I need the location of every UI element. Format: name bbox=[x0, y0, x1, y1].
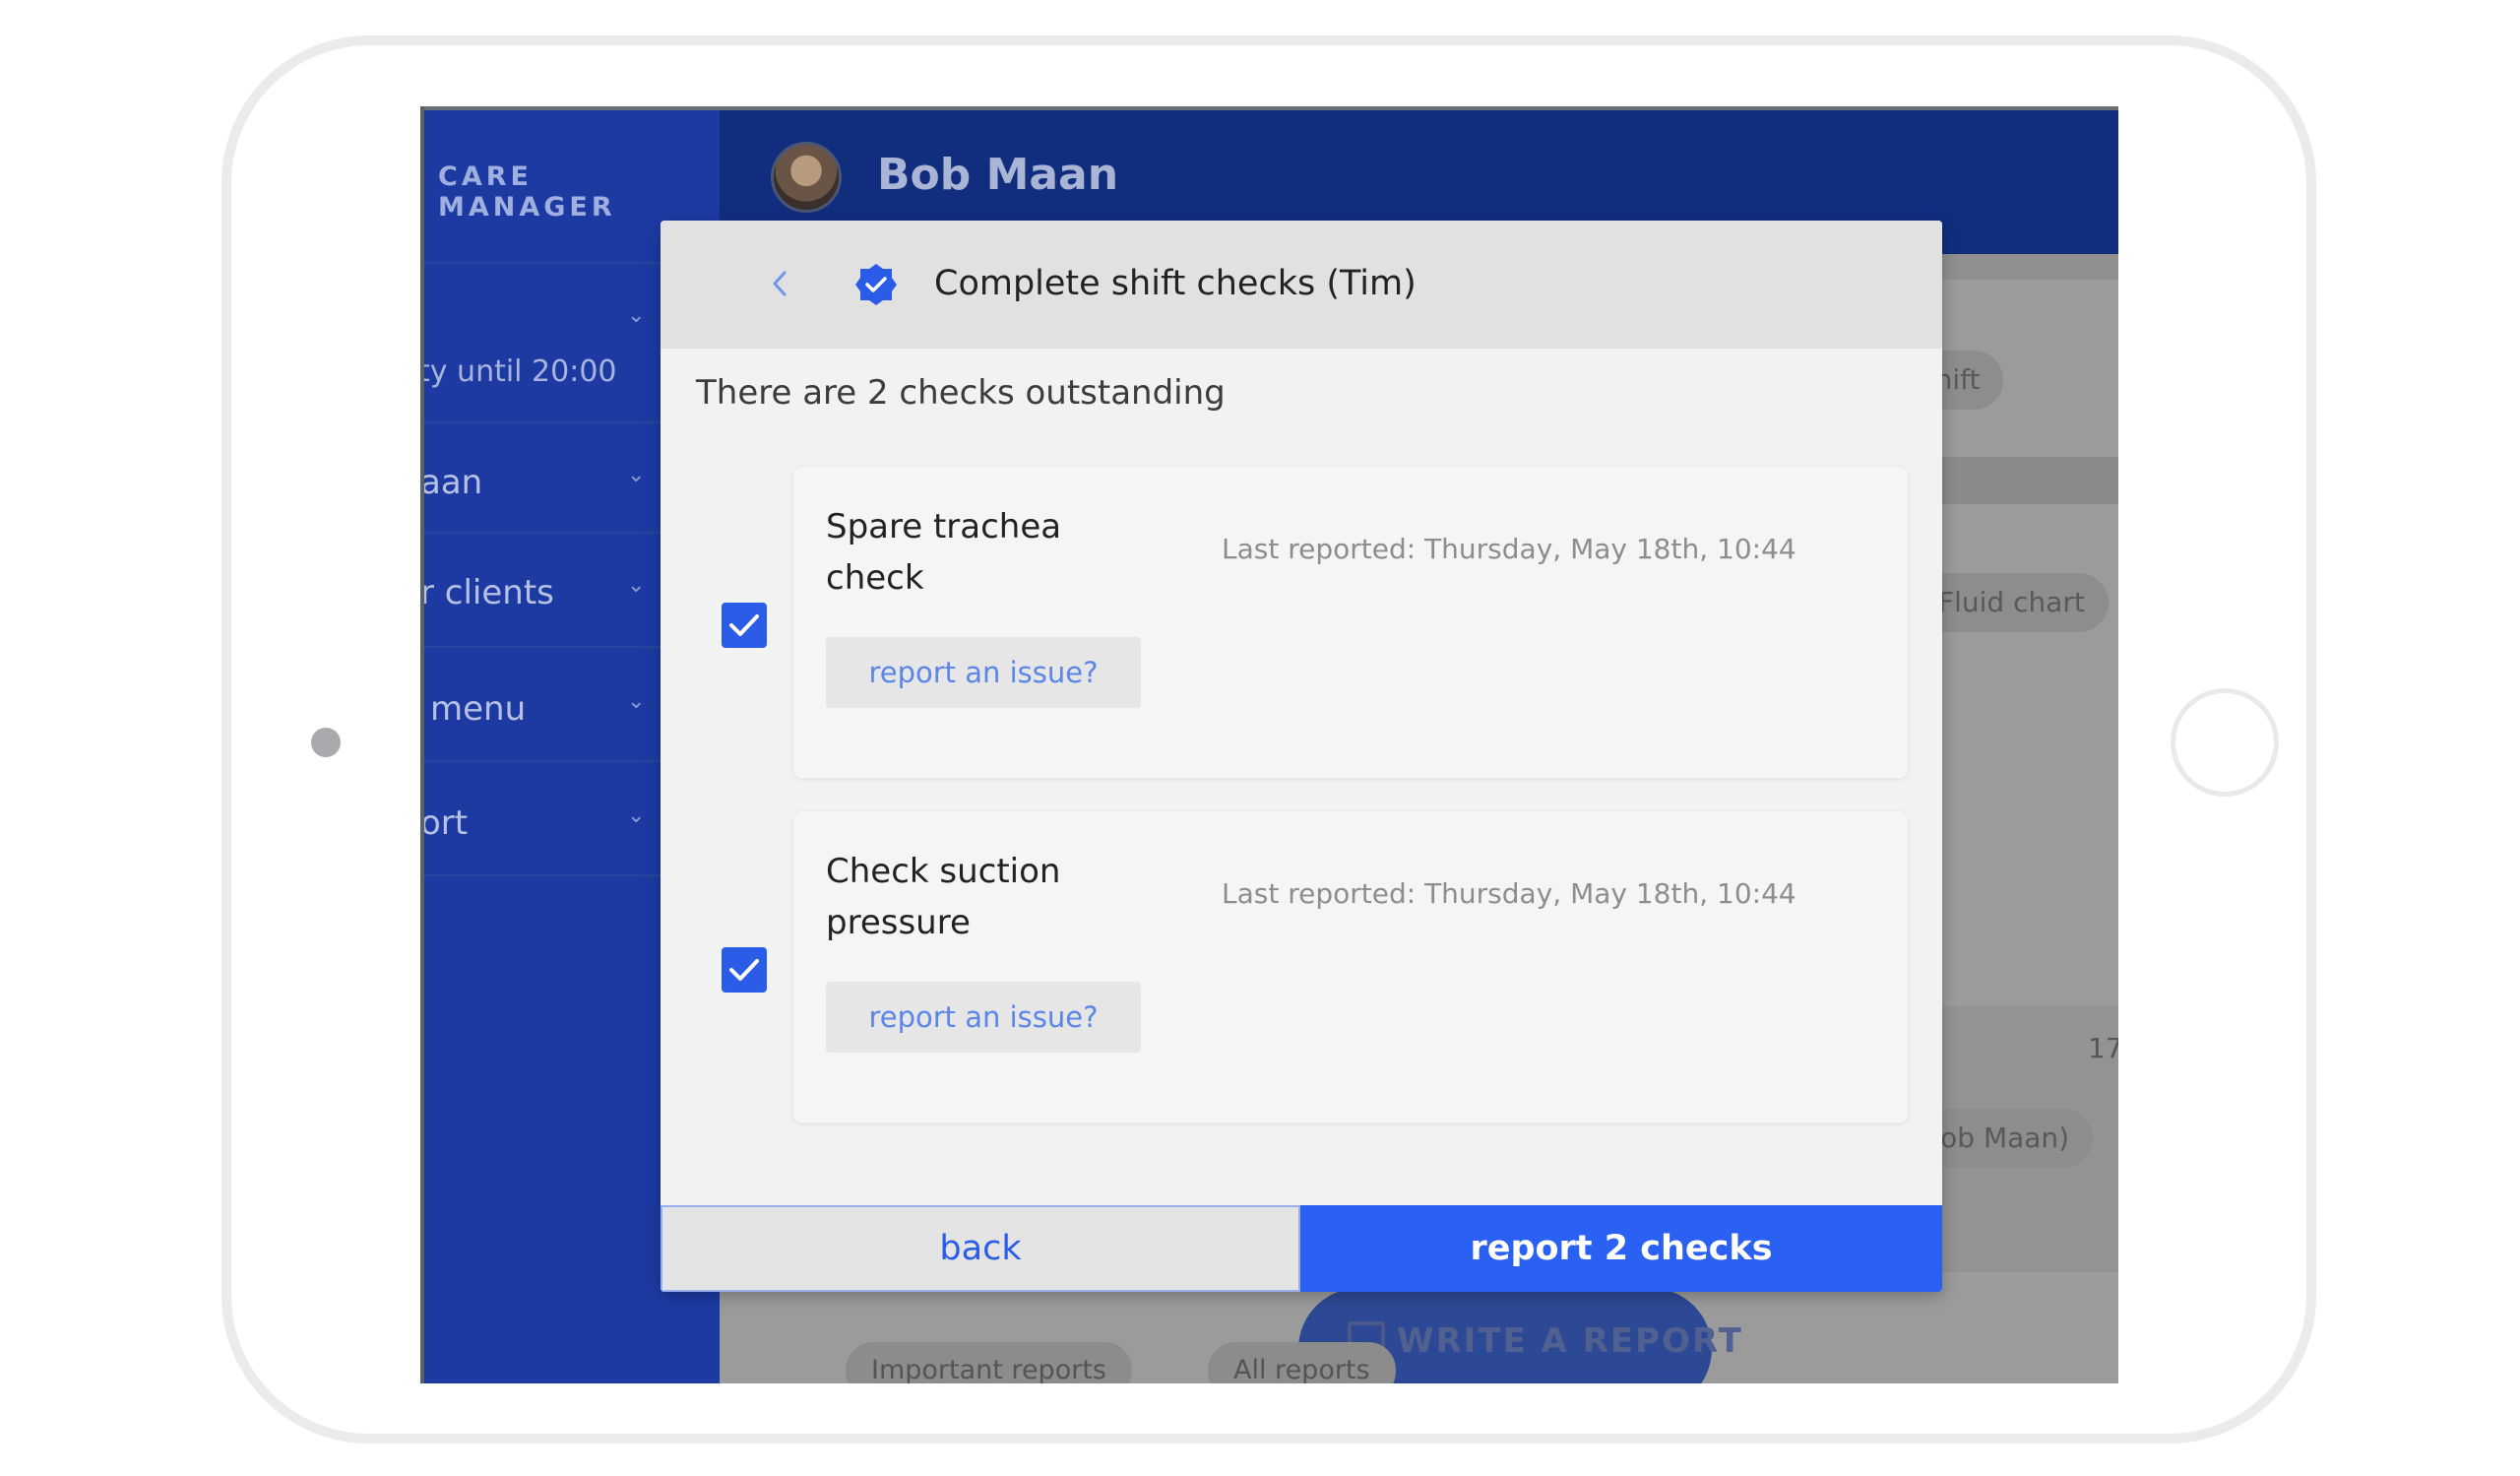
check-row: Spare trachea check Last reported: Thurs… bbox=[661, 466, 1942, 779]
check-name: Spare trachea check bbox=[826, 507, 1062, 598]
chevron-down-icon[interactable]: ⌄ bbox=[627, 689, 647, 714]
sidebar-item-user[interactable]: aan bbox=[420, 463, 482, 502]
home-button[interactable] bbox=[2171, 688, 2279, 797]
chevron-down-icon[interactable]: ⌄ bbox=[627, 303, 647, 328]
modal-header: Complete shift checks (Tim) bbox=[661, 221, 1942, 349]
back-button[interactable]: back bbox=[661, 1205, 1300, 1292]
write-report-label: WRITE A REPORT bbox=[1397, 1321, 1743, 1361]
chevron-left-icon[interactable] bbox=[763, 266, 798, 301]
sidebar-item-availability[interactable]: ty until 20:00 bbox=[420, 354, 617, 389]
check-name: Check suction pressure bbox=[826, 852, 1061, 942]
sidebar-item-menu[interactable]: menu bbox=[430, 689, 526, 729]
checkmark-icon bbox=[729, 959, 759, 981]
checkmark-icon bbox=[729, 614, 759, 636]
brand-logo-text: CARE MANAGER bbox=[438, 161, 616, 223]
filter-all-reports[interactable]: All reports bbox=[1208, 1342, 1396, 1383]
chevron-down-icon[interactable]: ⌄ bbox=[627, 803, 647, 828]
filter-important-reports[interactable]: Important reports bbox=[846, 1342, 1132, 1383]
time-fragment: 17: bbox=[2088, 1032, 2118, 1064]
chevron-down-icon[interactable]: ⌄ bbox=[627, 573, 647, 598]
check-card: Spare trachea check Last reported: Thurs… bbox=[792, 466, 1909, 779]
camera-dot bbox=[311, 728, 341, 757]
sidebar-item-clients[interactable]: r clients bbox=[420, 573, 554, 612]
user-name: Bob Maan bbox=[877, 150, 1119, 200]
verified-badge-icon bbox=[855, 264, 897, 305]
fluid-chart-pill[interactable]: Fluid chart bbox=[1915, 573, 2109, 632]
avatar[interactable] bbox=[771, 142, 842, 213]
shift-checks-modal: Complete shift checks (Tim) There are 2 … bbox=[661, 221, 1942, 1292]
app-screen: CARE MANAGER ⌄ ty until 20:00 aan ⌄ r cl… bbox=[420, 106, 2118, 1383]
last-reported-text: Last reported: Thursday, May 18th, 10:44 bbox=[1222, 877, 1796, 910]
chevron-down-icon[interactable]: ⌄ bbox=[627, 463, 647, 487]
check-row: Check suction pressure Last reported: Th… bbox=[661, 810, 1942, 1123]
report-checks-button[interactable]: report 2 checks bbox=[1300, 1205, 1942, 1292]
screen-edge bbox=[420, 106, 2118, 110]
modal-title: Complete shift checks (Tim) bbox=[934, 264, 1417, 303]
screen-edge bbox=[420, 106, 424, 1383]
report-issue-button[interactable]: report an issue? bbox=[826, 982, 1141, 1053]
outstanding-count-text: There are 2 checks outstanding bbox=[696, 373, 1226, 413]
check-checkbox[interactable] bbox=[722, 947, 767, 993]
check-card: Check suction pressure Last reported: Th… bbox=[792, 810, 1909, 1123]
sidebar-item-report[interactable]: ort bbox=[420, 803, 468, 843]
check-checkbox[interactable] bbox=[722, 603, 767, 648]
report-issue-button[interactable]: report an issue? bbox=[826, 637, 1141, 708]
last-reported-text: Last reported: Thursday, May 18th, 10:44 bbox=[1222, 533, 1796, 565]
